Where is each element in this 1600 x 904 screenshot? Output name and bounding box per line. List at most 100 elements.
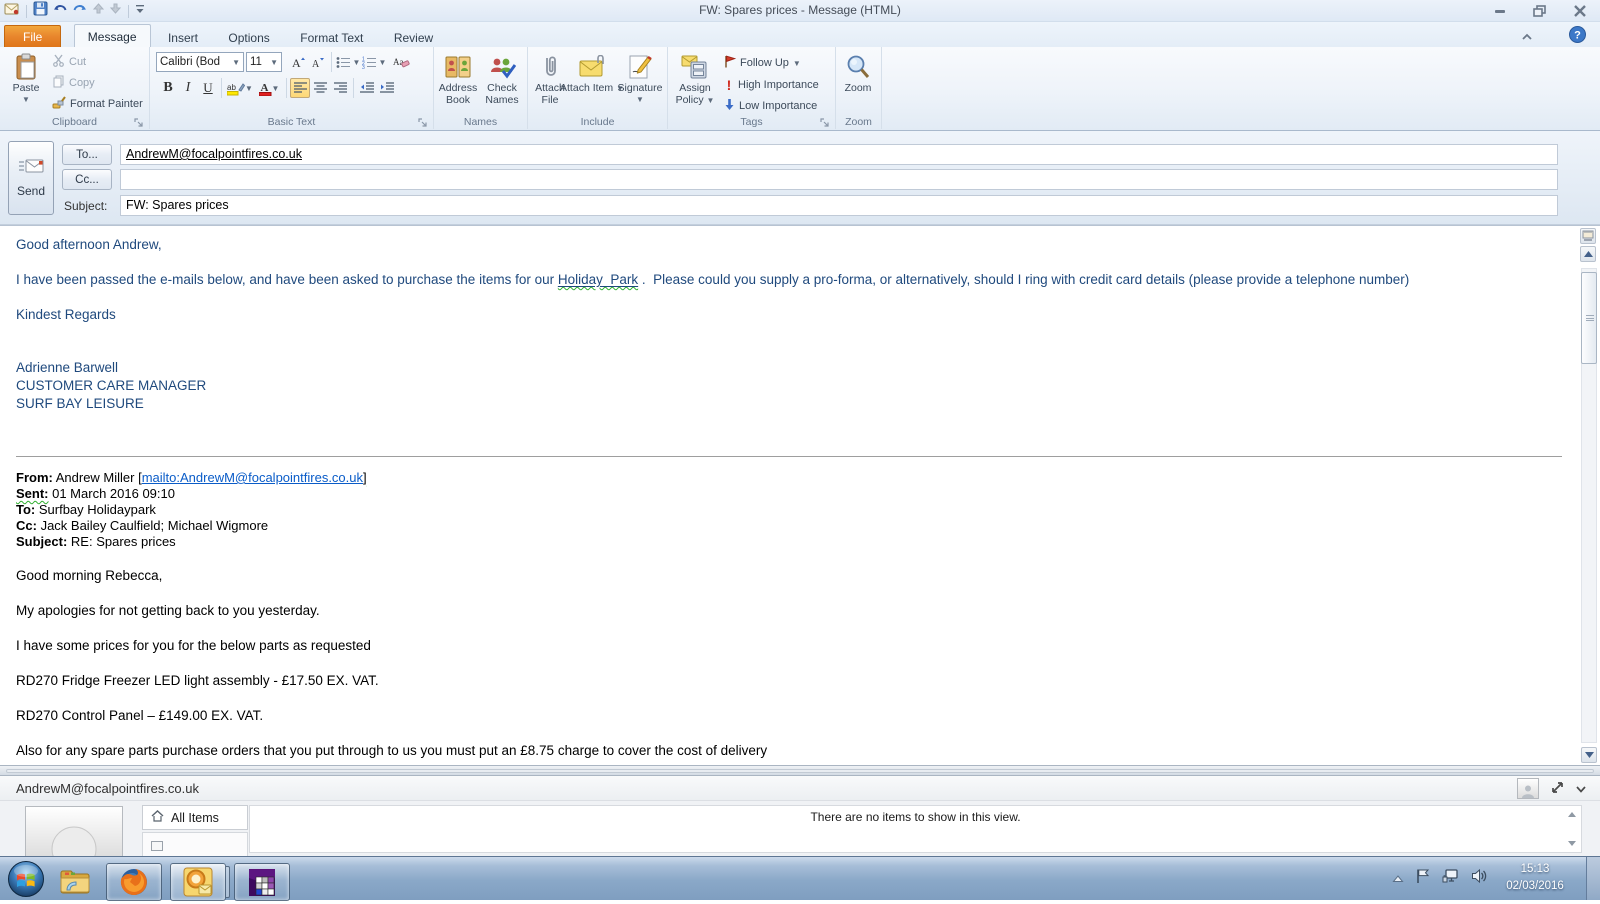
svg-text:A: A bbox=[292, 56, 301, 69]
send-button[interactable]: Send bbox=[8, 141, 54, 215]
shrink-font-button[interactable]: A bbox=[308, 52, 328, 72]
message-body-editor[interactable]: Good afternoon Andrew, I have been passe… bbox=[0, 226, 1578, 765]
tags-dialog-launcher-icon[interactable] bbox=[820, 115, 832, 127]
tab-options[interactable]: Options bbox=[215, 26, 282, 49]
address-book-button[interactable]: Address Book bbox=[436, 50, 480, 114]
body-scrollbar[interactable] bbox=[1580, 228, 1598, 763]
tab-review[interactable]: Review bbox=[381, 26, 446, 49]
font-color-button[interactable]: A▼ bbox=[255, 78, 283, 98]
align-right-button[interactable] bbox=[330, 78, 350, 98]
cc-button[interactable]: Cc... bbox=[62, 169, 112, 190]
paste-icon bbox=[14, 52, 38, 82]
tab-insert[interactable]: Insert bbox=[155, 26, 211, 49]
font-name-select[interactable]: Calibri (Bod▼ bbox=[156, 52, 244, 72]
low-importance-button[interactable]: Low Importance bbox=[724, 97, 819, 115]
expand-people-pane-icon[interactable] bbox=[1551, 781, 1564, 797]
start-button[interactable] bbox=[6, 859, 46, 904]
volume-icon[interactable] bbox=[1471, 868, 1488, 889]
italic-button[interactable]: I bbox=[178, 78, 198, 98]
body-paragraph: RD270 Control Panel – £149.00 EX. VAT. bbox=[16, 707, 1562, 725]
assign-policy-button[interactable]: Assign Policy ▼ bbox=[672, 50, 718, 114]
tab-message[interactable]: Message bbox=[74, 24, 151, 49]
basic-text-dialog-launcher-icon[interactable] bbox=[418, 115, 430, 127]
signature-line: CUSTOMER CARE MANAGER bbox=[16, 377, 1562, 395]
undo-button[interactable] bbox=[52, 2, 68, 21]
clipboard-dialog-launcher-icon[interactable] bbox=[134, 115, 146, 127]
align-left-button[interactable] bbox=[290, 78, 310, 98]
address-book-icon bbox=[444, 52, 472, 82]
show-hidden-icons-button[interactable] bbox=[1392, 870, 1404, 888]
cc-field[interactable] bbox=[120, 169, 1558, 190]
people-pane-scrollbar[interactable] bbox=[1565, 812, 1578, 846]
align-center-button[interactable] bbox=[310, 78, 330, 98]
people-pane-splitter[interactable] bbox=[0, 765, 1600, 776]
high-importance-button[interactable]: ! High Importance bbox=[724, 76, 819, 94]
previous-item-button[interactable] bbox=[92, 2, 105, 20]
tab-file[interactable]: File bbox=[4, 25, 61, 49]
scroll-down-button[interactable] bbox=[1581, 747, 1597, 763]
next-item-button[interactable] bbox=[109, 2, 122, 20]
message-body-area: Good afternoon Andrew, I have been passe… bbox=[0, 225, 1600, 765]
close-button[interactable] bbox=[1572, 4, 1588, 18]
high-importance-icon: ! bbox=[724, 77, 734, 93]
underline-button[interactable]: U bbox=[198, 78, 218, 98]
clear-formatting-button[interactable]: Aa bbox=[391, 52, 411, 72]
bold-button[interactable]: B bbox=[158, 78, 178, 98]
taskbar-clock[interactable]: 15:13 02/03/2016 bbox=[1492, 861, 1578, 895]
grow-font-button[interactable]: A bbox=[288, 52, 308, 72]
ribbon-group-tags: Assign Policy ▼ Follow Up ▼ ! High Impor… bbox=[668, 47, 836, 129]
copy-button[interactable]: Copy bbox=[52, 74, 143, 92]
numbering-button[interactable]: 123▼ bbox=[361, 52, 387, 72]
group-label-clipboard: Clipboard bbox=[0, 116, 149, 128]
redo-button[interactable] bbox=[72, 2, 88, 21]
ruler-toggle-icon[interactable] bbox=[1580, 228, 1596, 244]
app-mail-icon bbox=[4, 2, 20, 21]
show-desktop-button[interactable] bbox=[1586, 857, 1600, 900]
qat-separator bbox=[26, 5, 27, 18]
forwarded-message-divider bbox=[16, 456, 1562, 457]
taskbar-legacy-app-button[interactable] bbox=[234, 863, 290, 901]
customize-qat-button[interactable] bbox=[135, 2, 145, 20]
taskbar-outlook-button[interactable] bbox=[170, 863, 226, 901]
check-names-button[interactable]: Check Names bbox=[480, 50, 524, 114]
signature-button[interactable]: Signature ▼ bbox=[614, 50, 666, 114]
cut-button[interactable]: Cut bbox=[52, 53, 143, 71]
help-icon[interactable]: ? bbox=[1569, 26, 1586, 48]
network-icon[interactable] bbox=[1442, 868, 1460, 889]
minimize-ribbon-icon[interactable] bbox=[1521, 28, 1533, 46]
mailto-link[interactable]: mailto:AndrewM@focalpointfires.co.uk bbox=[142, 470, 363, 485]
to-button[interactable]: To... bbox=[62, 144, 112, 165]
text-highlight-button[interactable]: ab▼ bbox=[225, 78, 255, 98]
mail-tab-icon bbox=[151, 838, 163, 856]
attach-item-button[interactable]: Attach Item ▼ bbox=[570, 50, 614, 114]
cut-icon bbox=[52, 54, 65, 70]
to-field[interactable]: AndrewM@focalpointfires.co.uk bbox=[120, 144, 1558, 165]
ribbon-group-basic-text: Calibri (Bod▼ 11▼ A A ▼ 123▼ bbox=[150, 47, 434, 129]
titlebar: FW: Spares prices - Message (HTML) bbox=[0, 0, 1600, 22]
scroll-thumb[interactable] bbox=[1581, 272, 1597, 364]
zoom-button[interactable]: Zoom bbox=[837, 50, 879, 114]
people-pane-content: There are no items to show in this view. bbox=[249, 805, 1582, 853]
people-pane-tab-all-items[interactable]: All Items bbox=[142, 805, 248, 830]
follow-up-button[interactable]: Follow Up ▼ bbox=[724, 54, 819, 72]
scroll-up-button[interactable] bbox=[1580, 246, 1596, 262]
taskbar-firefox-button[interactable] bbox=[106, 863, 162, 901]
increase-indent-button[interactable] bbox=[377, 78, 397, 98]
save-button[interactable] bbox=[33, 1, 48, 21]
people-pane-chevron-icon[interactable] bbox=[1576, 781, 1586, 796]
body-paragraph: My apologies for not getting back to you… bbox=[16, 602, 1562, 620]
paste-button[interactable]: Paste ▼ bbox=[4, 50, 48, 114]
action-center-flag-icon[interactable] bbox=[1415, 868, 1431, 889]
taskbar-explorer-icon[interactable] bbox=[54, 862, 98, 902]
tab-format-text[interactable]: Format Text bbox=[287, 26, 376, 49]
font-size-select[interactable]: 11▼ bbox=[246, 52, 282, 72]
restore-button[interactable] bbox=[1532, 4, 1548, 18]
copy-icon bbox=[52, 75, 65, 91]
decrease-indent-button[interactable] bbox=[357, 78, 377, 98]
qat-separator bbox=[128, 5, 129, 18]
format-painter-button[interactable]: Format Painter bbox=[52, 95, 143, 113]
minimize-button[interactable] bbox=[1492, 4, 1508, 18]
bullets-button[interactable]: ▼ bbox=[335, 52, 361, 72]
subject-field[interactable]: FW: Spares prices bbox=[120, 195, 1558, 216]
send-icon bbox=[18, 158, 44, 177]
